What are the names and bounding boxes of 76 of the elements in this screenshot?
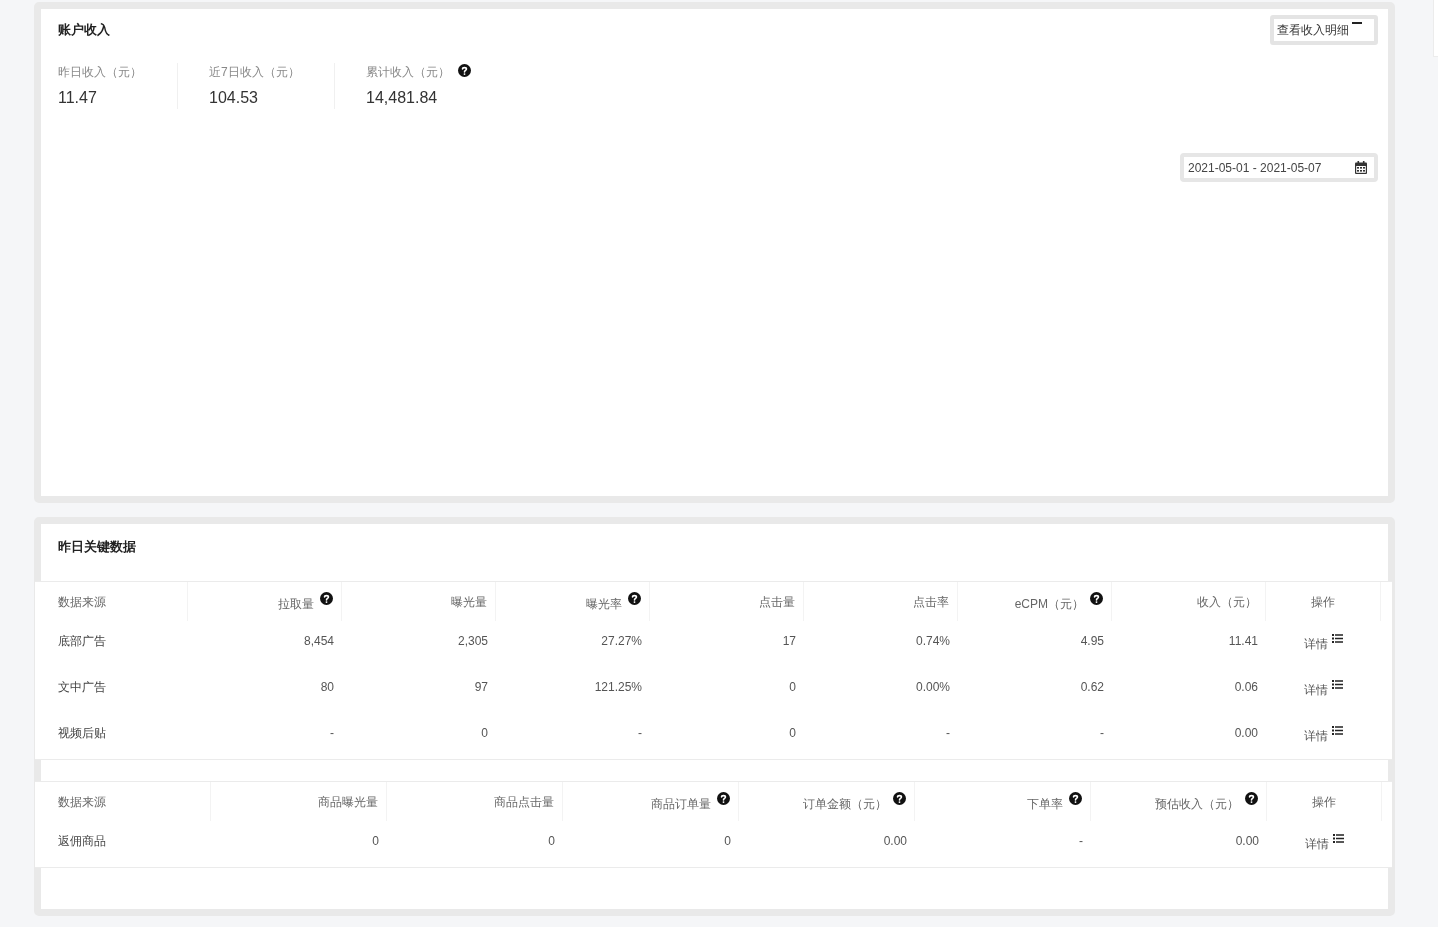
table-cell-text: 返佣商品 <box>58 833 106 850</box>
column-header: 商品订单量 <box>651 796 711 813</box>
list-icon <box>1332 680 1343 689</box>
table-cell-text: 0.00 <box>1235 833 1259 850</box>
table-cell-text: 80 <box>320 679 334 696</box>
table-cell-text: 0 <box>789 679 796 696</box>
table-cell-text: 11.41 <box>1228 633 1258 650</box>
list-icon <box>1332 634 1343 643</box>
stat-label: 累计收入（元） <box>366 64 450 81</box>
help-icon[interactable] <box>458 64 471 77</box>
table-cell-text: - <box>330 725 334 742</box>
column-header: 商品点击量 <box>494 793 554 811</box>
column-header: 操作 <box>1312 793 1336 811</box>
column-header: 拉取量 <box>278 596 314 613</box>
column-header: 曝光量 <box>451 593 487 611</box>
table-cell-text: 视频后贴 <box>58 725 106 742</box>
table-cell-text: 0.06 <box>1234 679 1258 696</box>
calendar-icon <box>1355 161 1367 174</box>
table-cell-text: 0.00 <box>883 833 907 850</box>
list-icon <box>1332 726 1343 735</box>
help-icon[interactable] <box>628 592 641 605</box>
table-cell-text: 底部广告 <box>58 633 106 650</box>
dash-icon <box>1352 22 1362 24</box>
details-link[interactable]: 详情 <box>1305 832 1344 853</box>
table-cell-text: 0 <box>789 725 796 742</box>
column-header: 曝光率 <box>586 596 622 613</box>
table-cell-text: 文中广告 <box>58 679 106 696</box>
table-cell-text: - <box>946 725 950 742</box>
table-cell-text: 0 <box>548 833 555 850</box>
table-cell-text: 8,454 <box>303 633 334 650</box>
column-header: 商品曝光量 <box>318 793 378 811</box>
table-cell-text: 2,305 <box>457 633 488 650</box>
column-header: 预估收入（元） <box>1155 796 1239 813</box>
stat-label: 昨日收入（元） <box>58 64 142 81</box>
panel-title: 账户收入 <box>58 21 110 39</box>
table-cell-text: 121.25% <box>594 679 642 696</box>
help-icon[interactable] <box>1090 592 1103 605</box>
panel-title: 昨日关键数据 <box>58 538 136 556</box>
help-icon[interactable] <box>1069 792 1082 805</box>
table-cell-text: - <box>1079 833 1083 850</box>
details-link[interactable]: 详情 <box>1304 678 1343 699</box>
date-range-field[interactable]: 2021-05-01 - 2021-05-07 <box>1180 153 1378 182</box>
column-header: 点击率 <box>913 593 949 611</box>
table-cell-text: 17 <box>782 633 796 650</box>
table-cell-text: 0 <box>724 833 731 850</box>
stat-value: 104.53 <box>209 88 259 108</box>
table-cell-text: 0.74% <box>915 633 950 650</box>
table-cell-text: 27.27% <box>601 633 642 650</box>
table-cell-text: 0 <box>372 833 379 850</box>
details-link[interactable]: 详情 <box>1304 632 1343 653</box>
help-icon[interactable] <box>320 592 333 605</box>
table-cell-text: 4.95 <box>1080 633 1104 650</box>
table-cell-text: 0 <box>481 725 488 742</box>
table-cell-text: - <box>1100 725 1104 742</box>
help-icon[interactable] <box>1245 792 1258 805</box>
stat-value: 11.47 <box>58 88 98 108</box>
list-icon <box>1333 834 1344 843</box>
column-header: 点击量 <box>759 593 795 611</box>
column-header: eCPM（元） <box>1014 596 1084 613</box>
column-header: 操作 <box>1311 593 1335 611</box>
table-cell-text: 0.62 <box>1080 679 1104 696</box>
table-cell-text: 97 <box>474 679 488 696</box>
column-header: 订单金额（元） <box>803 796 887 813</box>
stat-value: 14,481.84 <box>366 88 439 108</box>
income-details-button[interactable]: 查看收入明细 <box>1270 15 1378 45</box>
help-icon[interactable] <box>893 792 906 805</box>
help-icon[interactable] <box>717 792 730 805</box>
table-cell-text: 0.00% <box>915 679 950 696</box>
column-header: 收入（元） <box>1197 593 1257 611</box>
stat-label: 近7日收入（元） <box>209 64 300 81</box>
column-header: 下单率 <box>1027 796 1063 813</box>
details-link[interactable]: 详情 <box>1304 724 1343 745</box>
table-cell-text: 0.00 <box>1234 725 1258 742</box>
table-cell-text: - <box>638 725 642 742</box>
column-header: 数据来源 <box>58 793 106 811</box>
column-header: 数据来源 <box>58 593 106 611</box>
